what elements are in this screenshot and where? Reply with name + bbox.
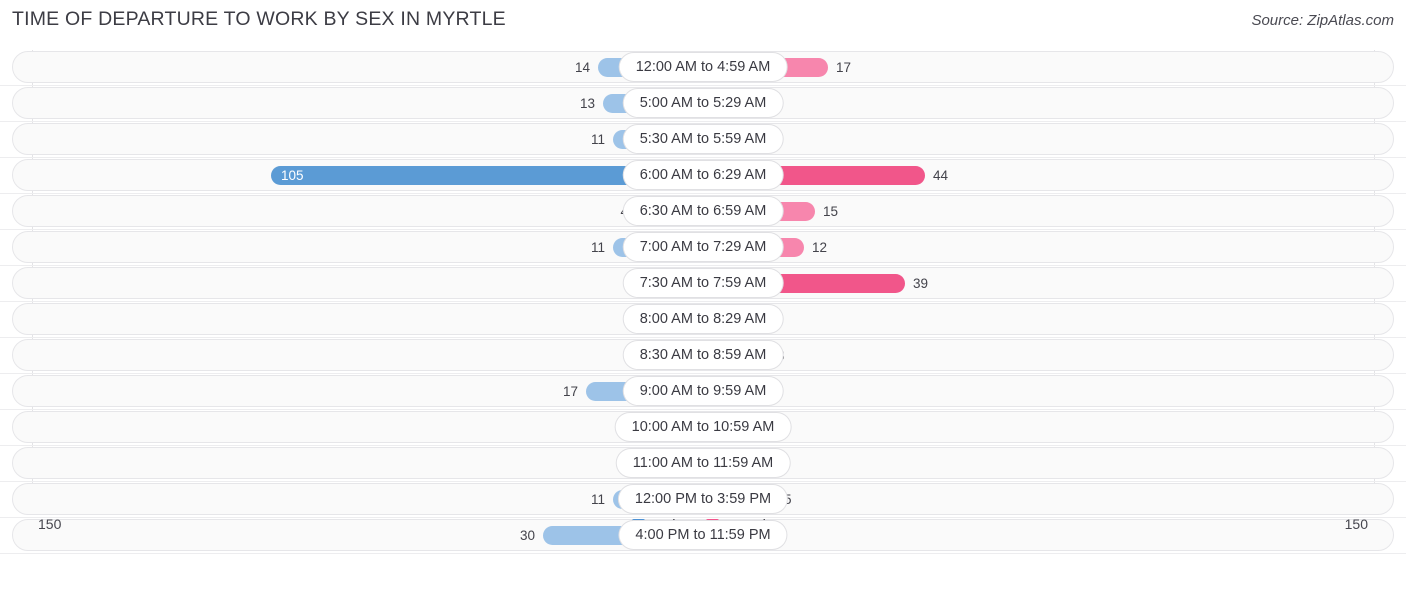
category-label-pill[interactable]: 8:30 AM to 8:59 AM (623, 341, 783, 369)
value-label-male: 13 (579, 96, 595, 111)
bar-row: 4156:30 AM to 6:59 AM (0, 194, 1406, 230)
chart-plot-area: 14 17 12:00 AM to 4:59 AM 1305:00 AM to 5:2… (0, 50, 1406, 554)
category-label-pill[interactable]: 7:00 AM to 7:29 AM (623, 233, 783, 261)
bar-row: 0011:00 AM to 11:59 AM (0, 446, 1406, 482)
category-label-pill[interactable]: 11:00 AM to 11:59 AM (616, 449, 790, 477)
category-label-pill[interactable]: 12:00 PM to 3:59 PM (618, 485, 788, 513)
category-label-pill[interactable]: 8:00 AM to 8:29 AM (623, 305, 783, 333)
bar-row: 3397:30 AM to 7:59 AM (0, 266, 1406, 302)
bar-rows-container: 14 17 12:00 AM to 4:59 AM 1305:00 AM to 5:2… (0, 50, 1406, 554)
value-label-male: 11 (590, 492, 605, 507)
bar-row: 11 5 12:00 PM to 3:59 PM (0, 482, 1406, 518)
value-label-male: 11 (590, 240, 605, 255)
value-label-female: 39 (913, 276, 929, 291)
category-label-pill[interactable]: 4:00 PM to 11:59 PM (619, 521, 787, 549)
bar-row: 038:30 AM to 8:59 AM (0, 338, 1406, 374)
bar-row: 1709:00 AM to 9:59 AM (0, 374, 1406, 410)
value-label-female: 12 (812, 240, 828, 255)
value-label-female: 44 (933, 168, 949, 183)
row-separator (0, 553, 1406, 554)
value-label-female: 17 (836, 60, 852, 75)
category-label-pill[interactable]: 7:30 AM to 7:59 AM (623, 269, 783, 297)
value-label-male: 105 (281, 168, 304, 183)
bar-row: 1305:00 AM to 5:29 AM (0, 86, 1406, 122)
category-label-pill[interactable]: 5:30 AM to 5:59 AM (623, 125, 783, 153)
value-label-male: 17 (562, 384, 578, 399)
value-label-male: 14 (574, 60, 590, 75)
category-label-pill[interactable]: 12:00 AM to 4:59 AM (619, 53, 787, 81)
bar-row: 328:00 AM to 8:29 AM (0, 302, 1406, 338)
category-label-pill[interactable]: 6:00 AM to 6:29 AM (623, 161, 783, 189)
category-label-pill[interactable]: 10:00 AM to 10:59 AM (615, 413, 791, 441)
value-label-male: 11 (590, 132, 605, 147)
category-label-pill[interactable]: 9:00 AM to 9:59 AM (623, 377, 783, 405)
chart-header: TIME OF DEPARTURE TO WORK BY SEX IN MYRT… (0, 0, 1406, 44)
bar-row: 11 12 7:00 AM to 7:29 AM (0, 230, 1406, 266)
bar-row: 14 17 12:00 AM to 4:59 AM (0, 50, 1406, 86)
category-label-pill[interactable]: 5:00 AM to 5:29 AM (623, 89, 783, 117)
category-label-pill[interactable]: 6:30 AM to 6:59 AM (623, 197, 783, 225)
bar-row: 2010:00 AM to 10:59 AM (0, 410, 1406, 446)
source-attribution: Source: ZipAtlas.com (1251, 12, 1394, 29)
page-title: TIME OF DEPARTURE TO WORK BY SEX IN MYRT… (12, 8, 506, 30)
value-label-female: 15 (823, 204, 839, 219)
bar-row: 1125:30 AM to 5:59 AM (0, 122, 1406, 158)
bar-row: 105 44 6:00 AM to 6:29 AM (0, 158, 1406, 194)
